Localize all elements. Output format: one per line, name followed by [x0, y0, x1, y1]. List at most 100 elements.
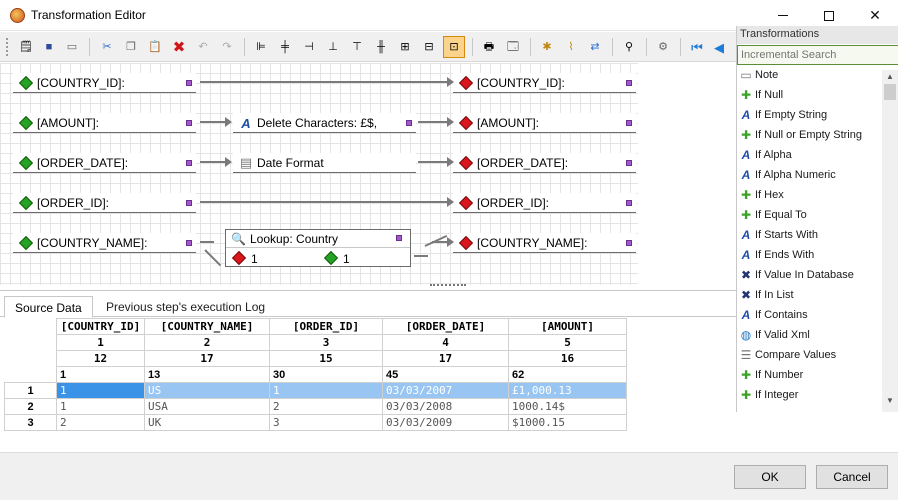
- transformation-item[interactable]: ✚ If Null: [737, 85, 883, 105]
- find-icon[interactable]: ⚲: [620, 38, 638, 56]
- transformation-item[interactable]: ✖ If Value In Database: [737, 265, 883, 285]
- align-right-icon[interactable]: ⊣: [300, 38, 318, 56]
- table-row[interactable]: 3 2 UK 3 03/03/2009 $1000.15: [4, 414, 627, 431]
- table-cell[interactable]: 1: [269, 382, 383, 399]
- column-header[interactable]: [ORDER_DATE]: [382, 318, 509, 335]
- save-icon[interactable]: ■: [40, 38, 58, 56]
- source-field-order-id[interactable]: [ORDER_ID]:: [13, 193, 196, 213]
- prev-icon[interactable]: ◀: [710, 38, 728, 56]
- column-header[interactable]: [COUNTRY_ID]: [56, 318, 145, 335]
- transformation-item[interactable]: ✖ If In List: [737, 285, 883, 305]
- transformation-item[interactable]: A If Alpha: [737, 145, 883, 165]
- table-cell[interactable]: 2: [56, 414, 145, 431]
- target-field-country-name[interactable]: [COUNTRY_NAME]:: [453, 233, 636, 253]
- date-format-node[interactable]: ▤ Date Format: [233, 153, 416, 173]
- target-field-amount[interactable]: [AMOUNT]:: [453, 113, 636, 133]
- clean-icon[interactable]: ⌇: [562, 38, 580, 56]
- transformation-item[interactable]: A If Starts With: [737, 225, 883, 245]
- cut-icon[interactable]: ✂: [98, 38, 116, 56]
- column-header[interactable]: [AMOUNT]: [508, 318, 627, 335]
- target-field-order-id[interactable]: [ORDER_ID]:: [453, 193, 636, 213]
- source-field-amount[interactable]: [AMOUNT]:: [13, 113, 196, 133]
- transformation-item[interactable]: A If Empty String: [737, 105, 883, 125]
- output-port[interactable]: [406, 120, 412, 126]
- delete-characters-node[interactable]: A Delete Characters: £$,: [233, 113, 416, 133]
- output-port[interactable]: [186, 160, 192, 166]
- settings-icon[interactable]: ⚙: [654, 38, 672, 56]
- output-port[interactable]: [186, 240, 192, 246]
- size-height-icon[interactable]: ⊞: [396, 38, 414, 56]
- transformation-item[interactable]: A If Alpha Numeric: [737, 165, 883, 185]
- transformation-item[interactable]: ▭ Note: [737, 65, 883, 85]
- input-port[interactable]: [626, 160, 632, 166]
- size-both-icon[interactable]: ⊡: [443, 36, 465, 58]
- column-header[interactable]: [ORDER_ID]: [269, 318, 383, 335]
- size-width-icon[interactable]: ⊟: [420, 38, 438, 56]
- column-header[interactable]: [COUNTRY_NAME]: [144, 318, 270, 335]
- print-icon[interactable]: 🖶: [480, 38, 498, 56]
- transformation-item[interactable]: ☰ Compare Values: [737, 345, 883, 365]
- align-bottom-icon[interactable]: ⊥: [324, 38, 342, 56]
- input-port[interactable]: [626, 80, 632, 86]
- row-number[interactable]: 1: [4, 382, 57, 399]
- input-port[interactable]: [626, 120, 632, 126]
- scroll-down-icon[interactable]: ▼: [886, 396, 894, 405]
- source-field-order-date[interactable]: [ORDER_DATE]:: [13, 153, 196, 173]
- table-row[interactable]: 1 1 US 1 03/03/2007 £1,000.13: [4, 382, 627, 399]
- align-left-icon[interactable]: ⊫: [252, 38, 270, 56]
- table-cell[interactable]: 03/03/2007: [382, 382, 509, 399]
- table-row[interactable]: 2 1 USA 2 03/03/2008 1000.14$: [4, 398, 627, 415]
- row-number[interactable]: 3: [4, 414, 57, 431]
- table-cell[interactable]: 1: [56, 398, 145, 415]
- input-port[interactable]: [626, 240, 632, 246]
- undo-icon[interactable]: ↶: [194, 38, 212, 56]
- properties-icon[interactable]: 🗒: [17, 38, 35, 56]
- lookup-port[interactable]: [396, 235, 402, 241]
- transformation-item[interactable]: ✚ If Number: [737, 365, 883, 385]
- transformation-item[interactable]: A If Contains: [737, 305, 883, 325]
- table-cell[interactable]: 3: [269, 414, 383, 431]
- align-top-icon[interactable]: ⊤: [348, 38, 366, 56]
- cancel-button[interactable]: Cancel: [816, 465, 888, 489]
- output-port[interactable]: [186, 80, 192, 86]
- redo-icon[interactable]: ↷: [218, 38, 236, 56]
- table-cell[interactable]: 1: [56, 382, 145, 399]
- table-cell[interactable]: USA: [144, 398, 270, 415]
- tab-source-data[interactable]: Source Data: [4, 296, 93, 318]
- print-preview-icon[interactable]: 🗔: [504, 38, 522, 56]
- mapping-canvas[interactable]: [COUNTRY_ID]: [AMOUNT]: [ORDER_DATE]: [O…: [0, 63, 736, 285]
- connect-icon[interactable]: ⇄: [586, 38, 604, 56]
- tab-execution-log[interactable]: Previous step's execution Log: [96, 296, 275, 318]
- splitter-handle[interactable]: [430, 284, 466, 288]
- copy-icon[interactable]: ❐: [122, 38, 140, 56]
- transformation-item[interactable]: A If Ends With: [737, 245, 883, 265]
- input-port[interactable]: [626, 200, 632, 206]
- transformation-item[interactable]: ✚ If Hex: [737, 185, 883, 205]
- table-cell[interactable]: US: [144, 382, 270, 399]
- table-cell[interactable]: 2: [269, 398, 383, 415]
- table-cell[interactable]: 1000.14$: [508, 398, 627, 415]
- transformations-scrollbar[interactable]: ▲ ▼: [882, 70, 898, 412]
- toolbar-grip[interactable]: [6, 38, 9, 56]
- first-icon[interactable]: ⏮: [688, 38, 706, 56]
- output-port[interactable]: [186, 120, 192, 126]
- target-field-country-id[interactable]: [COUNTRY_ID]:: [453, 73, 636, 93]
- align-middle-icon[interactable]: ╫: [372, 38, 390, 56]
- scroll-up-icon[interactable]: ▲: [886, 72, 894, 81]
- new-node-icon[interactable]: ✱: [538, 38, 556, 56]
- row-number[interactable]: 2: [4, 398, 57, 415]
- source-field-country-id[interactable]: [COUNTRY_ID]:: [13, 73, 196, 93]
- table-cell[interactable]: UK: [144, 414, 270, 431]
- ok-button[interactable]: OK: [734, 465, 806, 489]
- lookup-node[interactable]: 🔍 Lookup: Country 1 1: [225, 229, 411, 267]
- transformation-item[interactable]: ✚ If Integer: [737, 385, 883, 405]
- table-cell[interactable]: 03/03/2009: [382, 414, 509, 431]
- reload-icon[interactable]: ▭: [63, 38, 81, 56]
- target-field-order-date[interactable]: [ORDER_DATE]:: [453, 153, 636, 173]
- scrollbar-thumb[interactable]: [884, 84, 896, 100]
- paste-icon[interactable]: 📋: [146, 38, 164, 56]
- table-cell[interactable]: £1,000.13: [508, 382, 627, 399]
- transformation-item[interactable]: ◍ If Valid Xml: [737, 325, 883, 345]
- source-field-country-name[interactable]: [COUNTRY_NAME]:: [13, 233, 196, 253]
- transformation-item[interactable]: ✚ If Null or Empty String: [737, 125, 883, 145]
